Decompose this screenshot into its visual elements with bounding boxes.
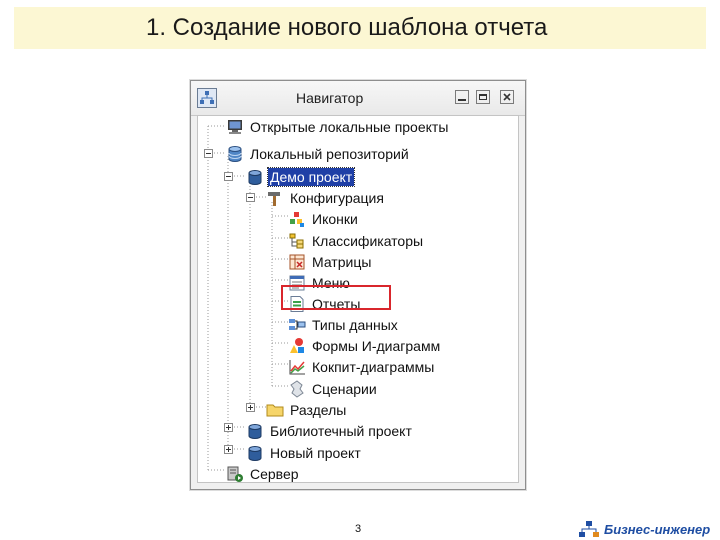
tree-item-label: Библиотечный проект (270, 422, 412, 439)
tree-item-label: Кокпит-диаграммы (312, 358, 435, 375)
tree-item-label: Сценарии (312, 380, 377, 397)
tree-item-label: Открытые локальные проекты (250, 118, 449, 135)
expand-new-project-toggle[interactable] (224, 445, 233, 454)
collapse-local-repo-toggle[interactable] (204, 149, 213, 158)
project-database-icon (248, 423, 262, 439)
minimize-icon[interactable] (455, 90, 469, 104)
chart-icon (289, 359, 305, 374)
expand-library-project-toggle[interactable] (224, 423, 233, 432)
matrix-icon (289, 254, 305, 269)
tree-item-label: Иконки (312, 210, 358, 227)
window-title: Навигатор (296, 90, 364, 106)
project-database-icon (248, 169, 262, 185)
tree-item-local-repository[interactable]: Локальный репозиторий (226, 143, 411, 164)
tree-item-demo-project[interactable]: Демо проект (246, 166, 356, 187)
close-icon[interactable] (500, 90, 514, 104)
tree-item-label: Типы данных (312, 316, 398, 333)
classifiers-icon (289, 233, 304, 248)
tree-item-icons[interactable]: Иконки (288, 208, 360, 229)
database-icon (228, 145, 242, 162)
data-types-icon (289, 318, 306, 330)
scenario-icon (290, 379, 304, 398)
brand-text: Бизнес-инженер (604, 521, 711, 537)
tree-item-label: Матрицы (312, 253, 372, 270)
collapse-configuration-toggle[interactable] (246, 193, 255, 202)
window-title-bar[interactable]: Навигатор (191, 81, 525, 116)
hammer-icon (268, 191, 280, 206)
collapse-demo-project-toggle[interactable] (224, 172, 233, 181)
tree-item-server[interactable]: Сервер (226, 463, 301, 484)
tree-item-configuration[interactable]: Конфигурация (266, 187, 386, 208)
icons-icon (290, 211, 304, 227)
reports-highlight-frame (281, 285, 391, 310)
computer-icon (228, 119, 242, 134)
slide-title: 1. Создание нового шаблона отчета (146, 14, 548, 41)
page-number: 3 (355, 523, 362, 535)
tree-item-library-project[interactable]: Библиотечный проект (246, 420, 414, 441)
tree-item-label: Конфигурация (290, 189, 384, 206)
tree-item-i-diagram-forms[interactable]: Формы И-диаграмм (288, 335, 442, 356)
shapes-icon (290, 337, 304, 353)
tree-item-label: Сервер (250, 465, 299, 482)
tree-item-cockpit-diagrams[interactable]: Кокпит-диаграммы (288, 356, 436, 377)
tree-item-open-local-projects[interactable]: Открытые локальные проекты (226, 116, 450, 137)
tree-item-label: Разделы (290, 401, 347, 418)
restore-icon[interactable] (476, 90, 490, 104)
tree-item-label: Формы И-диаграмм (312, 337, 441, 354)
brand-icon (579, 521, 599, 537)
tree-item-label: Локальный репозиторий (250, 145, 409, 162)
slide-title-bar: 1. Создание нового шаблона отчета (14, 7, 706, 49)
tree-item-matrices[interactable]: Матрицы (288, 251, 373, 272)
tree-item-data-types[interactable]: Типы данных (288, 314, 400, 335)
project-database-icon (248, 445, 262, 461)
tree-item-classifiers[interactable]: Классификаторы (288, 230, 425, 251)
tree-item-new-project[interactable]: Новый проект (246, 442, 363, 463)
navigator-app-icon (197, 88, 217, 108)
tree-item-label: Демо проект (266, 166, 356, 187)
tree-item-scenarios[interactable]: Сценарии (288, 378, 379, 399)
tree-item-label: Классификаторы (312, 232, 424, 249)
expand-sections-toggle[interactable] (246, 403, 255, 412)
tree-item-label: Новый проект (270, 444, 361, 461)
folder-icon (266, 404, 284, 416)
server-icon (227, 466, 243, 482)
tree-item-sections[interactable]: Разделы (266, 399, 348, 420)
brand-logo: Бизнес-инженер (578, 520, 710, 538)
